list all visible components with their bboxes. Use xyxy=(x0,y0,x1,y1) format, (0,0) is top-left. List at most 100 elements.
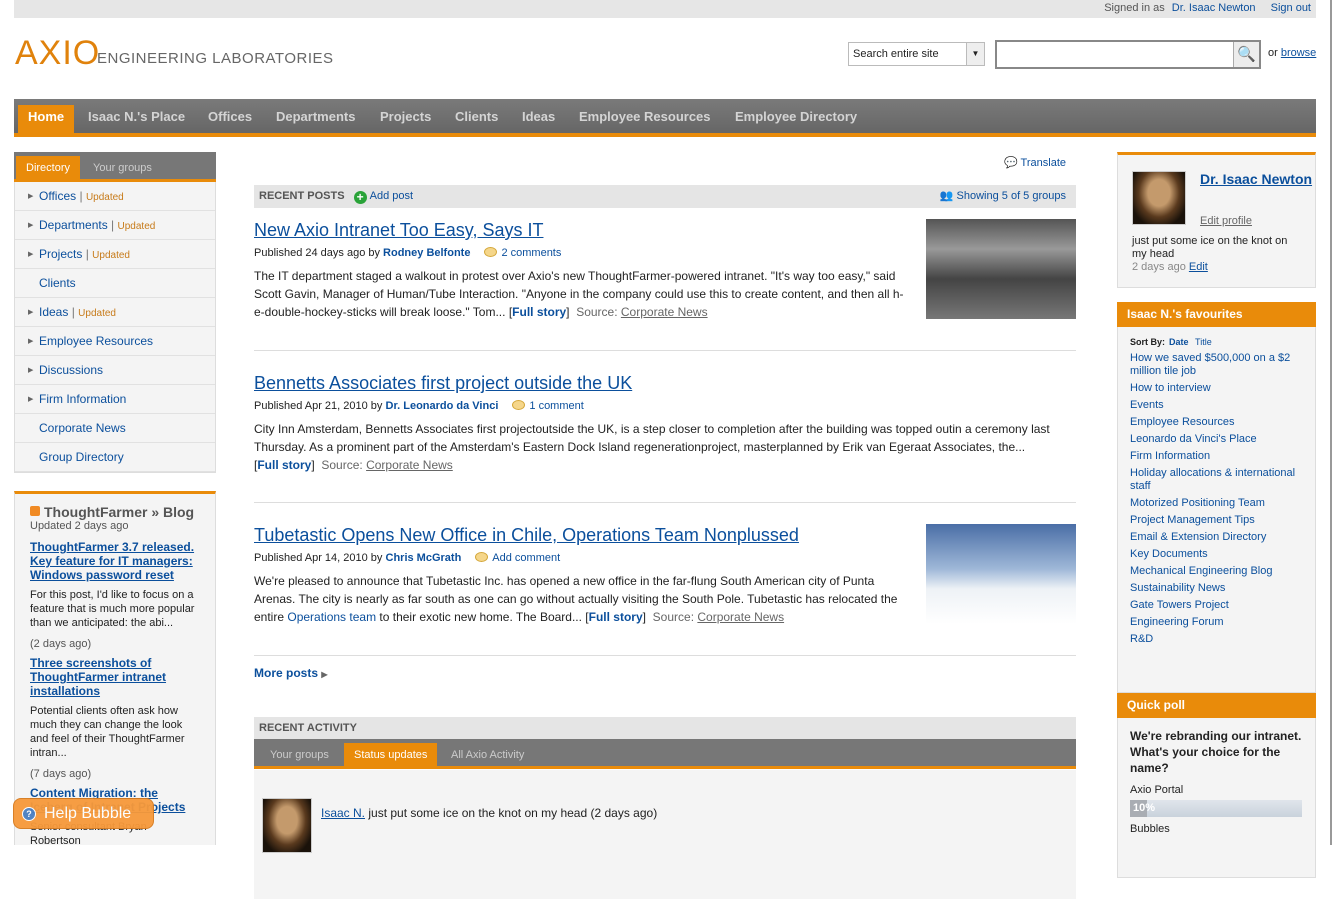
expand-arrow-icon[interactable]: ▶ xyxy=(28,211,33,240)
post-thumbnail[interactable] xyxy=(926,524,1076,624)
nav-employee-resources[interactable]: Employee Resources xyxy=(569,105,721,133)
favourite-link[interactable]: Email & Extension Directory xyxy=(1130,531,1303,544)
nav-home[interactable]: Home xyxy=(18,105,75,133)
question-icon: ? xyxy=(22,807,36,821)
help-bubble-button[interactable]: ? Help Bubble xyxy=(13,798,154,829)
favourite-link[interactable]: Engineering Forum xyxy=(1130,616,1303,629)
directory-item[interactable]: Clients xyxy=(15,269,215,298)
plus-icon[interactable]: + xyxy=(353,191,367,204)
nav-employee-directory[interactable]: Employee Directory xyxy=(725,105,867,133)
favourite-link[interactable]: Holiday allocations & international staf… xyxy=(1130,467,1303,493)
directory-item[interactable]: ▶ Discussions xyxy=(15,356,215,385)
magnifier-icon[interactable]: 🔍 xyxy=(1233,42,1259,67)
expand-arrow-icon[interactable]: ▶ xyxy=(28,182,33,211)
signed-in-label: Signed in as xyxy=(1104,2,1165,14)
nav-ideas[interactable]: Ideas xyxy=(512,105,565,133)
chevron-right-icon: ▶ xyxy=(321,670,328,679)
favourite-link[interactable]: Firm Information xyxy=(1130,450,1303,463)
tab-your-groups[interactable]: Your groups xyxy=(83,156,162,182)
author-link[interactable]: Rodney Belfonte xyxy=(383,247,470,259)
directory-item[interactable]: ▶ Employee Resources xyxy=(15,327,215,356)
user-link[interactable]: Isaac N. xyxy=(321,806,365,820)
favourite-link[interactable]: Motorized Positioning Team xyxy=(1130,497,1303,510)
expand-arrow-icon[interactable]: ▶ xyxy=(28,356,33,385)
favourite-link[interactable]: Leonardo da Vinci's Place xyxy=(1130,433,1303,446)
directory-item[interactable]: Corporate News xyxy=(15,414,215,443)
directory-item[interactable]: ▶ Firm Information xyxy=(15,385,215,414)
directory-item[interactable]: ▶ Ideas | Updated xyxy=(15,298,215,327)
more-posts-link[interactable]: More posts ▶ xyxy=(254,666,328,680)
browse-link[interactable]: browse xyxy=(1281,47,1316,59)
favourite-link[interactable]: How we saved $500,000 on a $2 million ti… xyxy=(1130,352,1303,378)
directory-item[interactable]: ▶ Offices | Updated xyxy=(15,182,215,211)
directory-item[interactable]: ▶ Projects | Updated xyxy=(15,240,215,269)
search-input[interactable]: 🔍 xyxy=(995,40,1261,69)
author-link[interactable]: Chris McGrath xyxy=(386,552,462,564)
favourite-link[interactable]: Events xyxy=(1130,399,1303,412)
edit-status-link[interactable]: Edit xyxy=(1189,261,1208,273)
profile-name-link[interactable]: Dr. Isaac Newton xyxy=(1200,171,1312,188)
nav-clients[interactable]: Clients xyxy=(445,105,508,133)
author-link[interactable]: Dr. Leonardo da Vinci xyxy=(386,400,499,412)
favourite-link[interactable]: Mechanical Engineering Blog xyxy=(1130,565,1303,578)
sort-title[interactable]: Title xyxy=(1195,337,1212,347)
nav-offices[interactable]: Offices xyxy=(198,105,262,133)
add-post-link[interactable]: Add post xyxy=(370,190,413,202)
directory-item[interactable]: Group Directory xyxy=(15,443,215,472)
source-link[interactable]: Corporate News xyxy=(366,458,453,472)
source-link[interactable]: Corporate News xyxy=(697,610,784,624)
favourite-link[interactable]: Employee Resources xyxy=(1130,416,1303,429)
full-story-link[interactable]: Full story xyxy=(589,610,643,624)
logo[interactable]: AXIO xyxy=(15,34,100,73)
post-title-link[interactable]: Bennetts Associates first project outsid… xyxy=(254,372,1076,394)
post-thumbnail[interactable] xyxy=(926,219,1076,319)
comment-icon xyxy=(484,247,498,257)
favourite-link[interactable]: Sustainability News xyxy=(1130,582,1303,595)
nav-projects[interactable]: Projects xyxy=(370,105,441,133)
favourite-link[interactable]: R&D xyxy=(1130,633,1303,646)
showing-groups-link[interactable]: 👥 Showing 5 of 5 groups xyxy=(940,185,1066,208)
edit-profile-link[interactable]: Edit profile xyxy=(1200,215,1252,227)
directory-item[interactable]: ▶ Departments | Updated xyxy=(15,211,215,240)
tab-directory[interactable]: Directory xyxy=(16,156,81,182)
activity-tabs: Your groups Status updates All Axio Acti… xyxy=(254,739,1076,769)
directory-list: ▶ Offices | Updated ▶ Departments | Updated… xyxy=(14,182,216,473)
search-scope-value: Search entire site xyxy=(853,48,939,60)
expand-arrow-icon[interactable]: ▶ xyxy=(28,240,33,269)
full-story-link[interactable]: Full story xyxy=(257,458,311,472)
chevron-down-icon[interactable]: ▼ xyxy=(966,43,984,65)
comments-link[interactable]: 1 comment xyxy=(529,400,583,412)
comments-link[interactable]: 2 comments xyxy=(501,247,561,259)
favourite-link[interactable]: Project Management Tips xyxy=(1130,514,1303,527)
sign-out-link[interactable]: Sign out xyxy=(1271,2,1311,14)
nav-isaac-n-s-place[interactable]: Isaac N.'s Place xyxy=(78,105,195,133)
tab-your-groups[interactable]: Your groups xyxy=(260,743,339,769)
tab-status-updates[interactable]: Status updates xyxy=(344,743,438,769)
source-link[interactable]: Corporate News xyxy=(621,305,708,319)
blog-widget: ThoughtFarmer » Blog Updated 2 days ago … xyxy=(14,491,216,847)
post: Tubetastic Opens New Office in Chile, Op… xyxy=(254,524,1076,626)
rss-icon xyxy=(30,506,40,516)
operations-team-link[interactable]: Operations team xyxy=(287,610,376,624)
nav-departments[interactable]: Departments xyxy=(266,105,365,133)
blog-post-link[interactable]: ThoughtFarmer 3.7 released. Key feature … xyxy=(30,540,200,582)
blog-post-link[interactable]: Three screenshots of ThoughtFarmer intra… xyxy=(30,656,200,698)
divider xyxy=(254,655,1076,656)
expand-arrow-icon[interactable]: ▶ xyxy=(28,385,33,414)
tab-all-activity[interactable]: All Axio Activity xyxy=(441,743,534,769)
sort-date[interactable]: Date xyxy=(1169,337,1189,347)
translate-link[interactable]: 💬 Translate xyxy=(1004,156,1066,169)
right-sidebar: Dr. Isaac Newton Edit profile just put s… xyxy=(1117,152,1316,878)
favourite-link[interactable]: How to interview xyxy=(1130,382,1303,395)
favourite-link[interactable]: Key Documents xyxy=(1130,548,1303,561)
blog-title[interactable]: ThoughtFarmer » Blog xyxy=(30,504,200,520)
favourite-link[interactable]: Gate Towers Project xyxy=(1130,599,1303,612)
post-body: The IT department staged a walkout in pr… xyxy=(254,269,904,319)
full-story-link[interactable]: Full story xyxy=(512,305,566,319)
search-scope-select[interactable]: Search entire site ▼ xyxy=(848,42,985,66)
avatar[interactable] xyxy=(1132,171,1186,225)
expand-arrow-icon[interactable]: ▶ xyxy=(28,327,33,356)
expand-arrow-icon[interactable]: ▶ xyxy=(28,298,33,327)
user-link[interactable]: Dr. Isaac Newton xyxy=(1172,2,1256,14)
add-comment-link[interactable]: Add comment xyxy=(492,552,560,564)
